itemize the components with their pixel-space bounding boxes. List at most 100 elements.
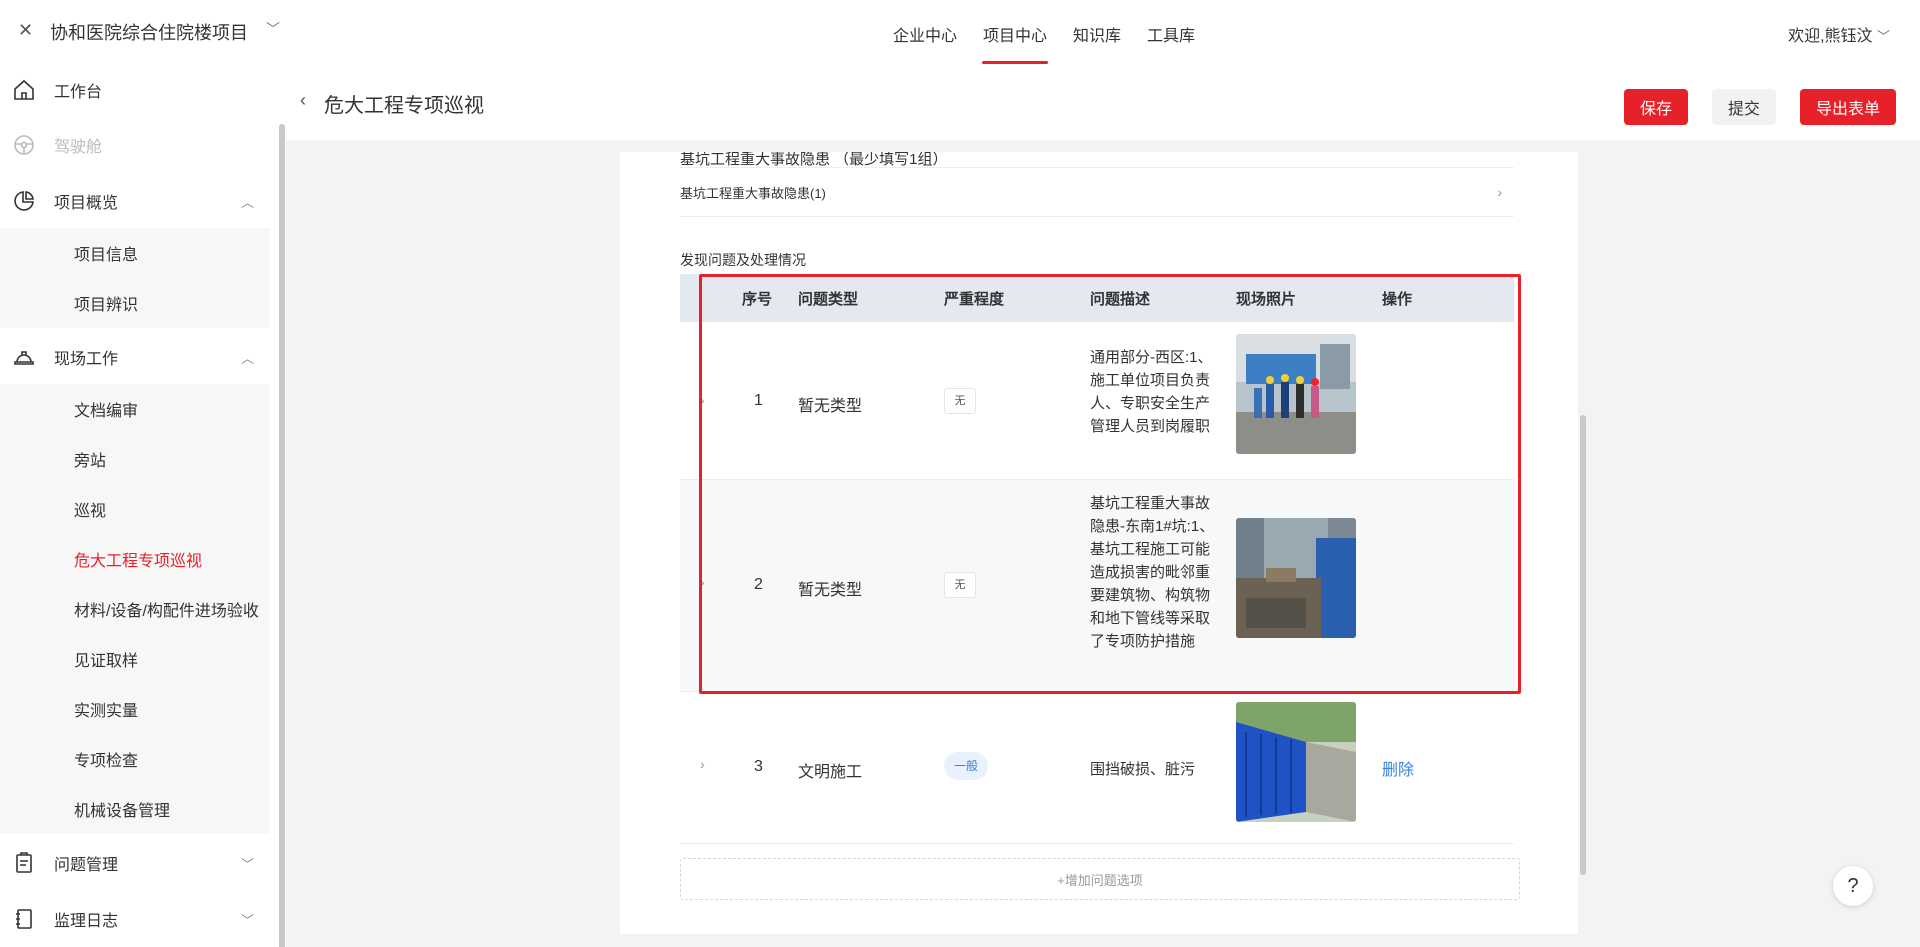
content-scrollbar[interactable] [1580,415,1586,875]
column-header: 严重程度 [944,291,1005,308]
site-photo[interactable] [1236,702,1356,822]
welcome-text: 欢迎,熊钰汶 [1788,28,1873,45]
add-issue-option-button[interactable]: +增加问题选项 [680,858,1520,900]
form-card: 基坑工程重大事故隐患 （最少填写1组） 基坑工程重大事故隐患(1) › 发现问题… [620,152,1578,934]
hazard-group-link[interactable]: 基坑工程重大事故隐患(1) › [680,167,1514,217]
chevron-down-icon: ﹀ [1876,29,1890,44]
row-number: 3 [754,758,763,775]
back-icon[interactable]: ‹ [300,90,306,111]
pie-chart-icon [14,191,34,211]
column-header: 操作 [1382,291,1413,308]
sidebar-item-label: 问题管理 [54,857,119,874]
sidebar-item-project-info[interactable]: 项目信息 [0,228,270,278]
project-title[interactable]: 协和医院综合住院楼项目 [50,19,248,45]
nav-enterprise-center[interactable]: 企业中心 [880,0,970,64]
table-row: › 2 暂无类型 无 基坑工程重大事故隐患-东南1#坑:1、基坑工程施工可能造成… [680,480,1514,692]
user-menu[interactable]: 欢迎,熊钰汶 ﹀ [1788,22,1890,46]
sidebar-item-label: 文档编审 [74,403,139,420]
sidebar-item-doc-review[interactable]: 文档编审 [0,384,270,434]
row-number: 1 [754,392,763,409]
row-number: 2 [754,576,763,593]
help-icon[interactable]: ? [1833,866,1873,906]
sidebar-item-label: 实测实量 [74,703,139,720]
chevron-down-icon[interactable]: ﹀ [266,19,280,39]
page-title: 危大工程专项巡视 [324,95,484,117]
chevron-down-icon: ﹀ [240,912,254,928]
nav-project-center[interactable]: 项目中心 [970,0,1060,64]
column-header: 现场照片 [1236,291,1297,308]
sidebar-item-project-overview[interactable]: 项目概览 ︿ [0,176,270,226]
issue-description: 通用部分-西区:1、施工单位项目负责人、专职安全生产管理人员到岗履职 [1090,349,1213,435]
severity-tag: 无 [944,388,976,414]
hard-hat-icon [14,351,34,365]
expand-row-icon[interactable]: › [700,756,705,772]
chevron-up-icon: ︿ [240,194,254,210]
sidebar-item-material-acceptance[interactable]: 材料/设备/构配件进场验收 [0,584,270,634]
issues-title: 发现问题及处理情况 [680,252,806,268]
issue-type: 暂无类型 [798,582,863,599]
sidebar-scrollbar[interactable] [279,124,285,947]
column-header: 问题类型 [798,291,859,308]
table-header: 序号 问题类型 严重程度 问题描述 现场照片 操作 [680,274,1514,322]
sidebar-item-label: 驾驶舱 [54,139,103,156]
sidebar-item-label: 工作台 [54,84,103,101]
sidebar-item-special-check[interactable]: 专项检查 [0,734,270,784]
expand-row-icon[interactable]: › [700,574,705,590]
column-header: 序号 [742,291,773,308]
sidebar-item-label: 项目信息 [74,247,139,264]
sidebar-item-workbench[interactable]: 工作台 [0,65,270,115]
submit-button[interactable]: 提交 [1712,89,1776,125]
sidebar-item-issue-management[interactable]: 问题管理 ﹀ [0,838,270,888]
sidebar-item-label: 现场工作 [54,351,119,368]
sidebar-item-label: 监理日志 [54,913,119,930]
expand-row-icon[interactable]: › [700,392,705,408]
sidebar: 工作台 驾驶舱 项目概览 ︿ 项目信息 项目辨识 现场工作 ︿ 文档编审 旁站 … [0,64,286,947]
issue-description: 基坑工程重大事故隐患-东南1#坑:1、基坑工程施工可能造成损害的毗邻重要建筑物、… [1090,495,1215,650]
chevron-right-icon: › [1497,184,1502,200]
chevron-up-icon: ︿ [240,350,254,366]
close-icon[interactable]: ✕ [18,20,33,41]
nav-knowledge-base[interactable]: 知识库 [1060,0,1134,64]
home-icon [14,79,34,100]
site-photo[interactable] [1236,518,1356,638]
top-nav: 企业中心 项目中心 知识库 工具库 [880,0,1208,64]
sidebar-item-label: 旁站 [74,453,107,470]
sidebar-item-label: 机械设备管理 [74,803,171,820]
column-header: 问题描述 [1090,291,1151,308]
sidebar-item-label: 见证取样 [74,653,139,670]
sidebar-item-inspection[interactable]: 巡视 [0,484,270,534]
issue-description: 围挡破损、脏污 [1090,761,1196,778]
content-header: ‹ 危大工程专项巡视 保存 提交 导出表单 [286,64,1920,140]
sidebar-item-label: 巡视 [74,503,107,520]
sidebar-item-label: 项目辨识 [74,297,139,314]
sidebar-item-label: 项目概览 [54,195,119,212]
site-photo[interactable] [1236,334,1356,454]
issue-type: 文明施工 [798,764,863,781]
severity-tag: 无 [944,572,976,598]
sidebar-item-site-work[interactable]: 现场工作 ︿ [0,332,270,382]
export-form-button[interactable]: 导出表单 [1800,89,1896,125]
save-button[interactable]: 保存 [1624,89,1688,125]
sidebar-item-project-identify[interactable]: 项目辨识 [0,278,270,328]
top-bar: ✕ 协和医院综合住院楼项目 ﹀ 企业中心 项目中心 知识库 工具库 欢迎,熊钰汶… [0,0,1920,64]
delete-link[interactable]: 删除 [1382,756,1414,780]
sidebar-item-supervision-log[interactable]: 监理日志 ﹀ [0,894,270,944]
sidebar-item-witness-sampling[interactable]: 见证取样 [0,634,270,684]
sidebar-item-label: 危大工程专项巡视 [74,553,203,570]
table-row: › 3 文明施工 一般 围挡破损、脏污 删除 [680,692,1514,844]
nav-tool-library[interactable]: 工具库 [1134,0,1208,64]
notebook-icon [16,909,32,929]
clipboard-icon [16,852,32,873]
sidebar-item-label: 专项检查 [74,753,139,770]
sidebar-item-measurement[interactable]: 实测实量 [0,684,270,734]
issue-type: 暂无类型 [798,398,863,415]
steering-wheel-icon [14,135,34,155]
severity-tag: 一般 [944,752,988,780]
sidebar-item-label: 材料/设备/构配件进场验收 [74,603,259,620]
hazard-group-label: 基坑工程重大事故隐患(1) [680,185,826,201]
sidebar-item-machinery[interactable]: 机械设备管理 [0,784,270,834]
table-row: › 1 暂无类型 无 通用部分-西区:1、施工单位项目负责人、专职安全生产管理人… [680,322,1514,480]
sidebar-item-hazard-inspection[interactable]: 危大工程专项巡视 [0,534,270,584]
sidebar-item-side-station[interactable]: 旁站 [0,434,270,484]
sidebar-item-cockpit: 驾驶舱 [0,120,270,170]
